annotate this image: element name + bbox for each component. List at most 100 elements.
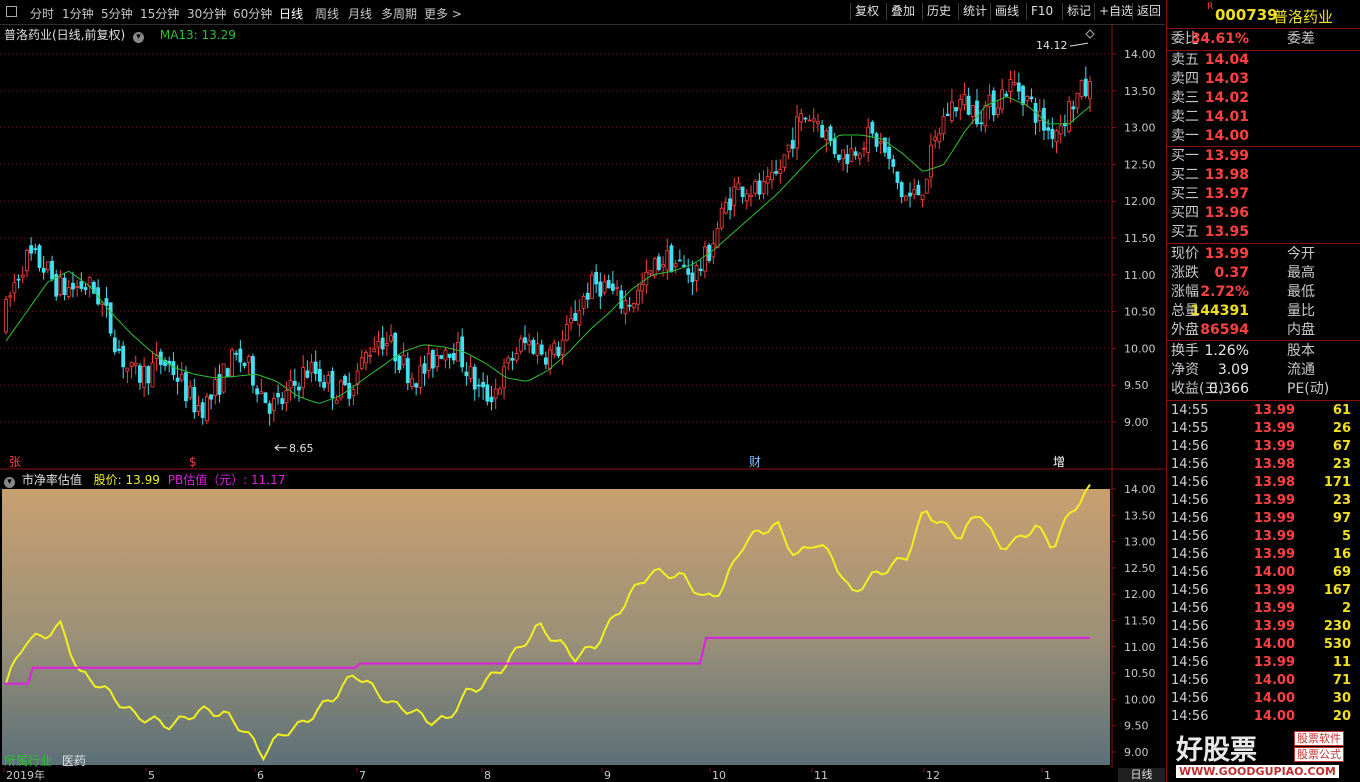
candle [384, 332, 389, 356]
tick-time: 14:56 [1171, 619, 1209, 634]
period-4[interactable]: 30分钟 [187, 5, 226, 22]
candle [334, 394, 339, 404]
stat-label-2: 今开 [1287, 246, 1315, 262]
candle [832, 132, 837, 158]
period-2[interactable]: 5分钟 [101, 5, 133, 22]
candle [577, 299, 582, 337]
candle [71, 271, 75, 298]
period-1[interactable]: 1分钟 [62, 5, 94, 22]
tick-time: 14:56 [1171, 565, 1209, 580]
event-marker[interactable]: 张 [8, 454, 22, 469]
low-price-label: 8.65 [289, 442, 314, 455]
chevron-down-icon[interactable]: ▾ [133, 32, 145, 43]
tick-time: 14:56 [1171, 691, 1209, 706]
candlestick-chart[interactable]: 14.00 13.50 13.00 12.50 12.00 11.50 11.00 10.50… [0, 24, 1165, 470]
candle [225, 367, 230, 378]
candle [58, 270, 63, 297]
candle [803, 117, 808, 123]
pb-valuation-chart[interactable]: 14.00 13.50 13.00 12.50 12.00 11.50 11.00 10.50… [0, 470, 1165, 768]
stat-row: 总量 144391 量比 [1167, 302, 1360, 321]
candle [1062, 114, 1067, 137]
candle [820, 120, 825, 138]
candle [866, 118, 871, 162]
ask-row[interactable]: 卖五 14.04 [1167, 51, 1360, 70]
candle [975, 88, 979, 128]
candle [929, 133, 933, 188]
candle [75, 279, 80, 297]
toolbar-button-3[interactable]: 统计 [958, 3, 991, 20]
candle [439, 354, 444, 360]
period-tab[interactable]: 日线 [1118, 768, 1165, 782]
period-6[interactable]: 日线 [279, 5, 303, 22]
bid-row[interactable]: 买五 13.95 [1167, 223, 1360, 242]
trade-tick-row: 14:56 13.98 23 [1167, 456, 1360, 474]
y-tick-label: 13.00 [1124, 122, 1156, 135]
event-marker[interactable]: $ [188, 454, 202, 469]
candle [644, 259, 649, 294]
lower-y-tick-label: 11.00 [1124, 641, 1156, 654]
tick-volume: 23 [1332, 457, 1351, 472]
candle [29, 237, 34, 261]
main-chart-title: 普洛药业(日线,前复权) [4, 28, 126, 42]
ask-row[interactable]: 卖一 14.00 [1167, 127, 1360, 146]
candle [891, 154, 896, 174]
toolbar-button-8[interactable]: 返回 [1132, 3, 1165, 20]
event-marker[interactable]: 增 [1052, 454, 1066, 469]
toolbar-button-5[interactable]: F10 [1026, 3, 1057, 20]
toolbar-button-2[interactable]: 历史 [922, 3, 955, 20]
candle [221, 363, 226, 394]
toolbar-button-7[interactable]: +自选 [1094, 3, 1137, 20]
candle [740, 186, 745, 204]
fundamental-value: 0.366 [1208, 381, 1249, 397]
toolbar-button-1[interactable]: 叠加 [886, 3, 919, 20]
diamond-icon[interactable] [1085, 29, 1095, 39]
candle [104, 286, 109, 318]
candle [510, 351, 515, 371]
period-9[interactable]: 多周期 [381, 5, 417, 22]
tick-volume: 167 [1323, 583, 1351, 598]
ask-row[interactable]: 卖四 14.03 [1167, 70, 1360, 89]
bid-row[interactable]: 买一 13.99 [1167, 147, 1360, 166]
toolbar-button-4[interactable]: 画线 [990, 3, 1023, 20]
event-marker[interactable]: 财 [748, 454, 762, 469]
tick-price: 13.99 [1253, 511, 1295, 526]
candle [933, 129, 938, 149]
ask-price: 14.04 [1204, 52, 1249, 68]
period-5[interactable]: 60分钟 [233, 5, 272, 22]
bid-row[interactable]: 买四 13.96 [1167, 204, 1360, 223]
candle [129, 361, 134, 379]
bid-row[interactable]: 买三 13.97 [1167, 185, 1360, 204]
menu-square-icon[interactable] [6, 6, 17, 17]
tick-volume: 69 [1332, 565, 1351, 580]
candle [355, 363, 360, 395]
toolbar-button-0[interactable]: 复权 [850, 3, 883, 20]
candle [66, 279, 71, 300]
ask-row[interactable]: 卖二 14.01 [1167, 108, 1360, 127]
tick-time: 14:55 [1171, 421, 1209, 436]
candle [552, 339, 557, 359]
tick-volume: 11 [1332, 655, 1351, 670]
bid-row[interactable]: 买二 13.98 [1167, 166, 1360, 185]
indicator-menu-icon[interactable]: ▾ [4, 477, 15, 488]
period-0[interactable]: 分时 [30, 5, 54, 22]
ask-row[interactable]: 卖三 14.02 [1167, 89, 1360, 108]
period-3[interactable]: 15分钟 [140, 5, 179, 22]
period-7[interactable]: 周线 [315, 5, 339, 22]
stat-label: 现价 [1171, 246, 1199, 262]
watermark: 好股票 股票软件 股票公式 WWW.GOODGUPIAO.COM [1166, 728, 1360, 782]
bid-label: 买二 [1171, 167, 1199, 183]
stat-value: 2.72% [1200, 284, 1249, 300]
trade-tick-row: 14:56 14.00 30 [1167, 690, 1360, 708]
toolbar-button-6[interactable]: 标记 [1062, 3, 1095, 20]
candle [50, 255, 54, 282]
candle [991, 87, 996, 122]
period-10[interactable]: 更多 > [424, 5, 462, 22]
candle [786, 144, 791, 160]
period-8[interactable]: 月线 [348, 5, 372, 22]
trade-tick-row: 14:56 14.00 69 [1167, 564, 1360, 582]
candle [146, 365, 151, 396]
candle [979, 110, 984, 132]
candle [121, 341, 126, 379]
candle [862, 141, 866, 158]
candle [694, 263, 699, 293]
